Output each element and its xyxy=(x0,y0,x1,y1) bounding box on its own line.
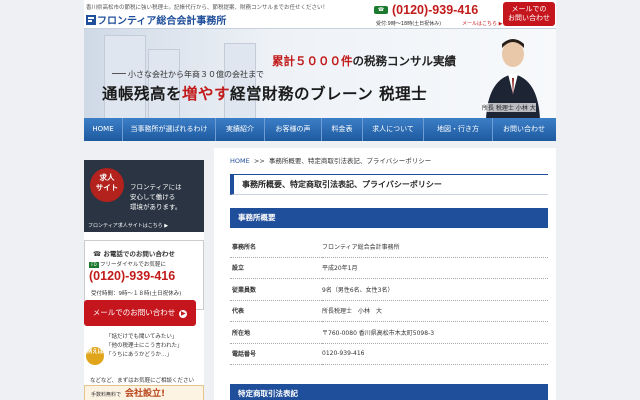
company-setup-banner[interactable]: 手数料無料で 会社設立! xyxy=(84,385,204,400)
recruit-text: フロンティアには 安心して働ける 環境があります。 xyxy=(130,183,182,211)
main-content: HOME >> 事務所概要、特定商取引法表記、プライバシーポリシー 事務所概要、… xyxy=(214,148,556,400)
section-heading-commerce: 特定商取引法表記 xyxy=(230,384,548,400)
hero-small-text: 小さな会社から年商３０億の会社まで xyxy=(112,69,264,80)
nav-recruit[interactable]: 求人について xyxy=(363,118,424,141)
site-header: 香川県高松市の節税に強い税理士。記帳代行から、節税提案、財務コンサルまでお任せく… xyxy=(84,0,556,28)
example-item: 「話だけでも聞いてみたい」 xyxy=(106,334,178,340)
building-image xyxy=(224,43,256,119)
free-dial-icon: ☎ xyxy=(374,6,388,14)
table-row: 設立 平成20年1月 xyxy=(230,257,548,279)
sidebar-phone-number[interactable]: (0120)-939-416 xyxy=(89,269,175,283)
breadcrumb-separator: >> xyxy=(253,157,265,165)
global-nav: HOME 当事務所が選ばれるわけ 実績紹介 お客様の声 料金表 求人について 地… xyxy=(84,118,556,141)
row-value: 〒760-0080 香川県高松市木太町5098-3 xyxy=(322,321,548,344)
example-item: 「うちにあうかどうか…」 xyxy=(106,352,173,358)
nav-why-us[interactable]: 当事務所が選ばれるわけ xyxy=(123,118,216,141)
sidebar: 求人 サイト フロンティアには 安心して働ける 環境があります。 フロンティア求… xyxy=(84,160,204,400)
section-heading-office: 事務所概要 xyxy=(230,208,548,228)
row-label: 従業員数 xyxy=(230,278,322,301)
recruit-banner[interactable]: 求人 サイト フロンティアには 安心して働ける 環境があります。 フロンティア求… xyxy=(84,160,204,232)
row-label: 代表 xyxy=(230,300,322,322)
recruit-site-badge: 求人 サイト xyxy=(90,168,124,202)
logo-mark-icon xyxy=(86,15,96,25)
header-mail-link[interactable]: メールはこちら ▶ xyxy=(462,20,502,27)
free-dial-label: FD フリーダイヤルでお気軽に xyxy=(89,260,166,268)
example-list: 「話だけでも聞いてみたい」 「他の税理士にこう言われた」 「うちにあうかどうか…… xyxy=(106,333,183,360)
breadcrumb-home[interactable]: HOME xyxy=(230,157,250,165)
row-label: 設立 xyxy=(230,257,322,279)
breadcrumb: HOME >> 事務所概要、特定商取引法表記、プライバシーポリシー xyxy=(230,155,431,165)
row-label: 所在地 xyxy=(230,321,322,344)
row-label: 電話番号 xyxy=(230,343,322,365)
arrow-right-icon: ▶ xyxy=(179,310,188,318)
table-row: 従業員数 9名（男性6名、女性3名） xyxy=(230,278,548,301)
row-value: 9名（男性6名、女性3名） xyxy=(322,278,548,301)
header-phone-number: (0120)-939-416 xyxy=(392,3,479,17)
row-value: 平成20年1月 xyxy=(322,257,548,279)
example-item: 「他の税理士にこう言われた」 xyxy=(106,343,183,349)
sidebar-mail-button[interactable]: メールでのお問い合わせ ▶ xyxy=(84,300,196,326)
page-title: 事務所概要、特定商取引法表記、プライバシーポリシー xyxy=(230,174,548,195)
header-hours: 受付:9時〜18時(土日祝休み) xyxy=(376,21,442,27)
page: 香川県高松市の節税に強い税理士。記帳代行から、節税提案、財務コンサルまでお任せく… xyxy=(0,0,640,400)
table-row: 電話番号 0120-939-416 xyxy=(230,343,548,365)
hero-main-copy: 通帳残高を増やす経営財務のブレーン 税理士 xyxy=(102,84,428,103)
phone-icon: ☎ xyxy=(93,250,104,258)
breadcrumb-current: 事務所概要、特定商取引法表記、プライバシーポリシー xyxy=(268,157,432,165)
free-dial-icon: FD xyxy=(89,262,99,268)
row-value: フロンティア総合会計事務所 xyxy=(322,236,548,258)
hero-subtitle: 累計５０００件の税務コンサル実績 xyxy=(272,54,456,68)
sidebar-hours: 受付時間：9時〜１８時(土日祝休み) xyxy=(91,291,182,297)
row-value: 所長税理士 小林 大 xyxy=(322,300,548,322)
nav-pricing[interactable]: 料金表 xyxy=(322,118,363,141)
office-info-table: 事務所名 フロンティア総合会計事務所 設立 平成20年1月 従業員数 9名（男性6名、… xyxy=(230,236,548,365)
nav-contact[interactable]: お問い合わせ xyxy=(493,118,555,141)
recruit-link[interactable]: フロンティア求人サイトはこちら ▶ xyxy=(88,222,168,229)
table-row: 所在地 〒760-0080 香川県高松市木太町5098-3 xyxy=(230,321,548,344)
phone-contact-heading: ☎ お電話でのお問い合わせ xyxy=(93,250,175,258)
table-row: 代表 所長税理士 小林 大 xyxy=(230,300,548,322)
nav-results[interactable]: 実績紹介 xyxy=(216,118,265,141)
table-row: 事務所名 フロンティア総合会計事務所 xyxy=(230,236,548,258)
nav-map[interactable]: 地図・行き方 xyxy=(424,118,493,141)
site-tagline: 香川県高松市の節税に強い税理士。記帳代行から、節税提案、財務コンサルまでお任せく… xyxy=(86,5,329,11)
hero-banner: 累計５０００件の税務コンサル実績 小さな会社から年商３０億の会社まで 通帳残高を… xyxy=(84,28,556,119)
example-questions: 例えば 「話だけでも聞いてみたい」 「他の税理士にこう言われた」 「うちにあうか… xyxy=(84,333,204,384)
example-footer: などなど、まずはお気軽にご相談ください xyxy=(90,378,195,384)
hero-caption: 所長 税理士 小林 大 xyxy=(482,103,536,112)
site-logo-text: フロンティア総合会計事務所 xyxy=(97,16,227,27)
row-label: 事務所名 xyxy=(230,236,322,258)
row-value: 0120-939-416 xyxy=(322,343,548,365)
site-logo[interactable]: フロンティア総合会計事務所 xyxy=(86,12,226,27)
nav-home[interactable]: HOME xyxy=(84,118,123,141)
header-mail-button[interactable]: メールでの お問い合わせ xyxy=(503,2,555,26)
example-badge: 例えば xyxy=(86,347,104,365)
nav-testimonials[interactable]: お客様の声 xyxy=(265,118,322,141)
